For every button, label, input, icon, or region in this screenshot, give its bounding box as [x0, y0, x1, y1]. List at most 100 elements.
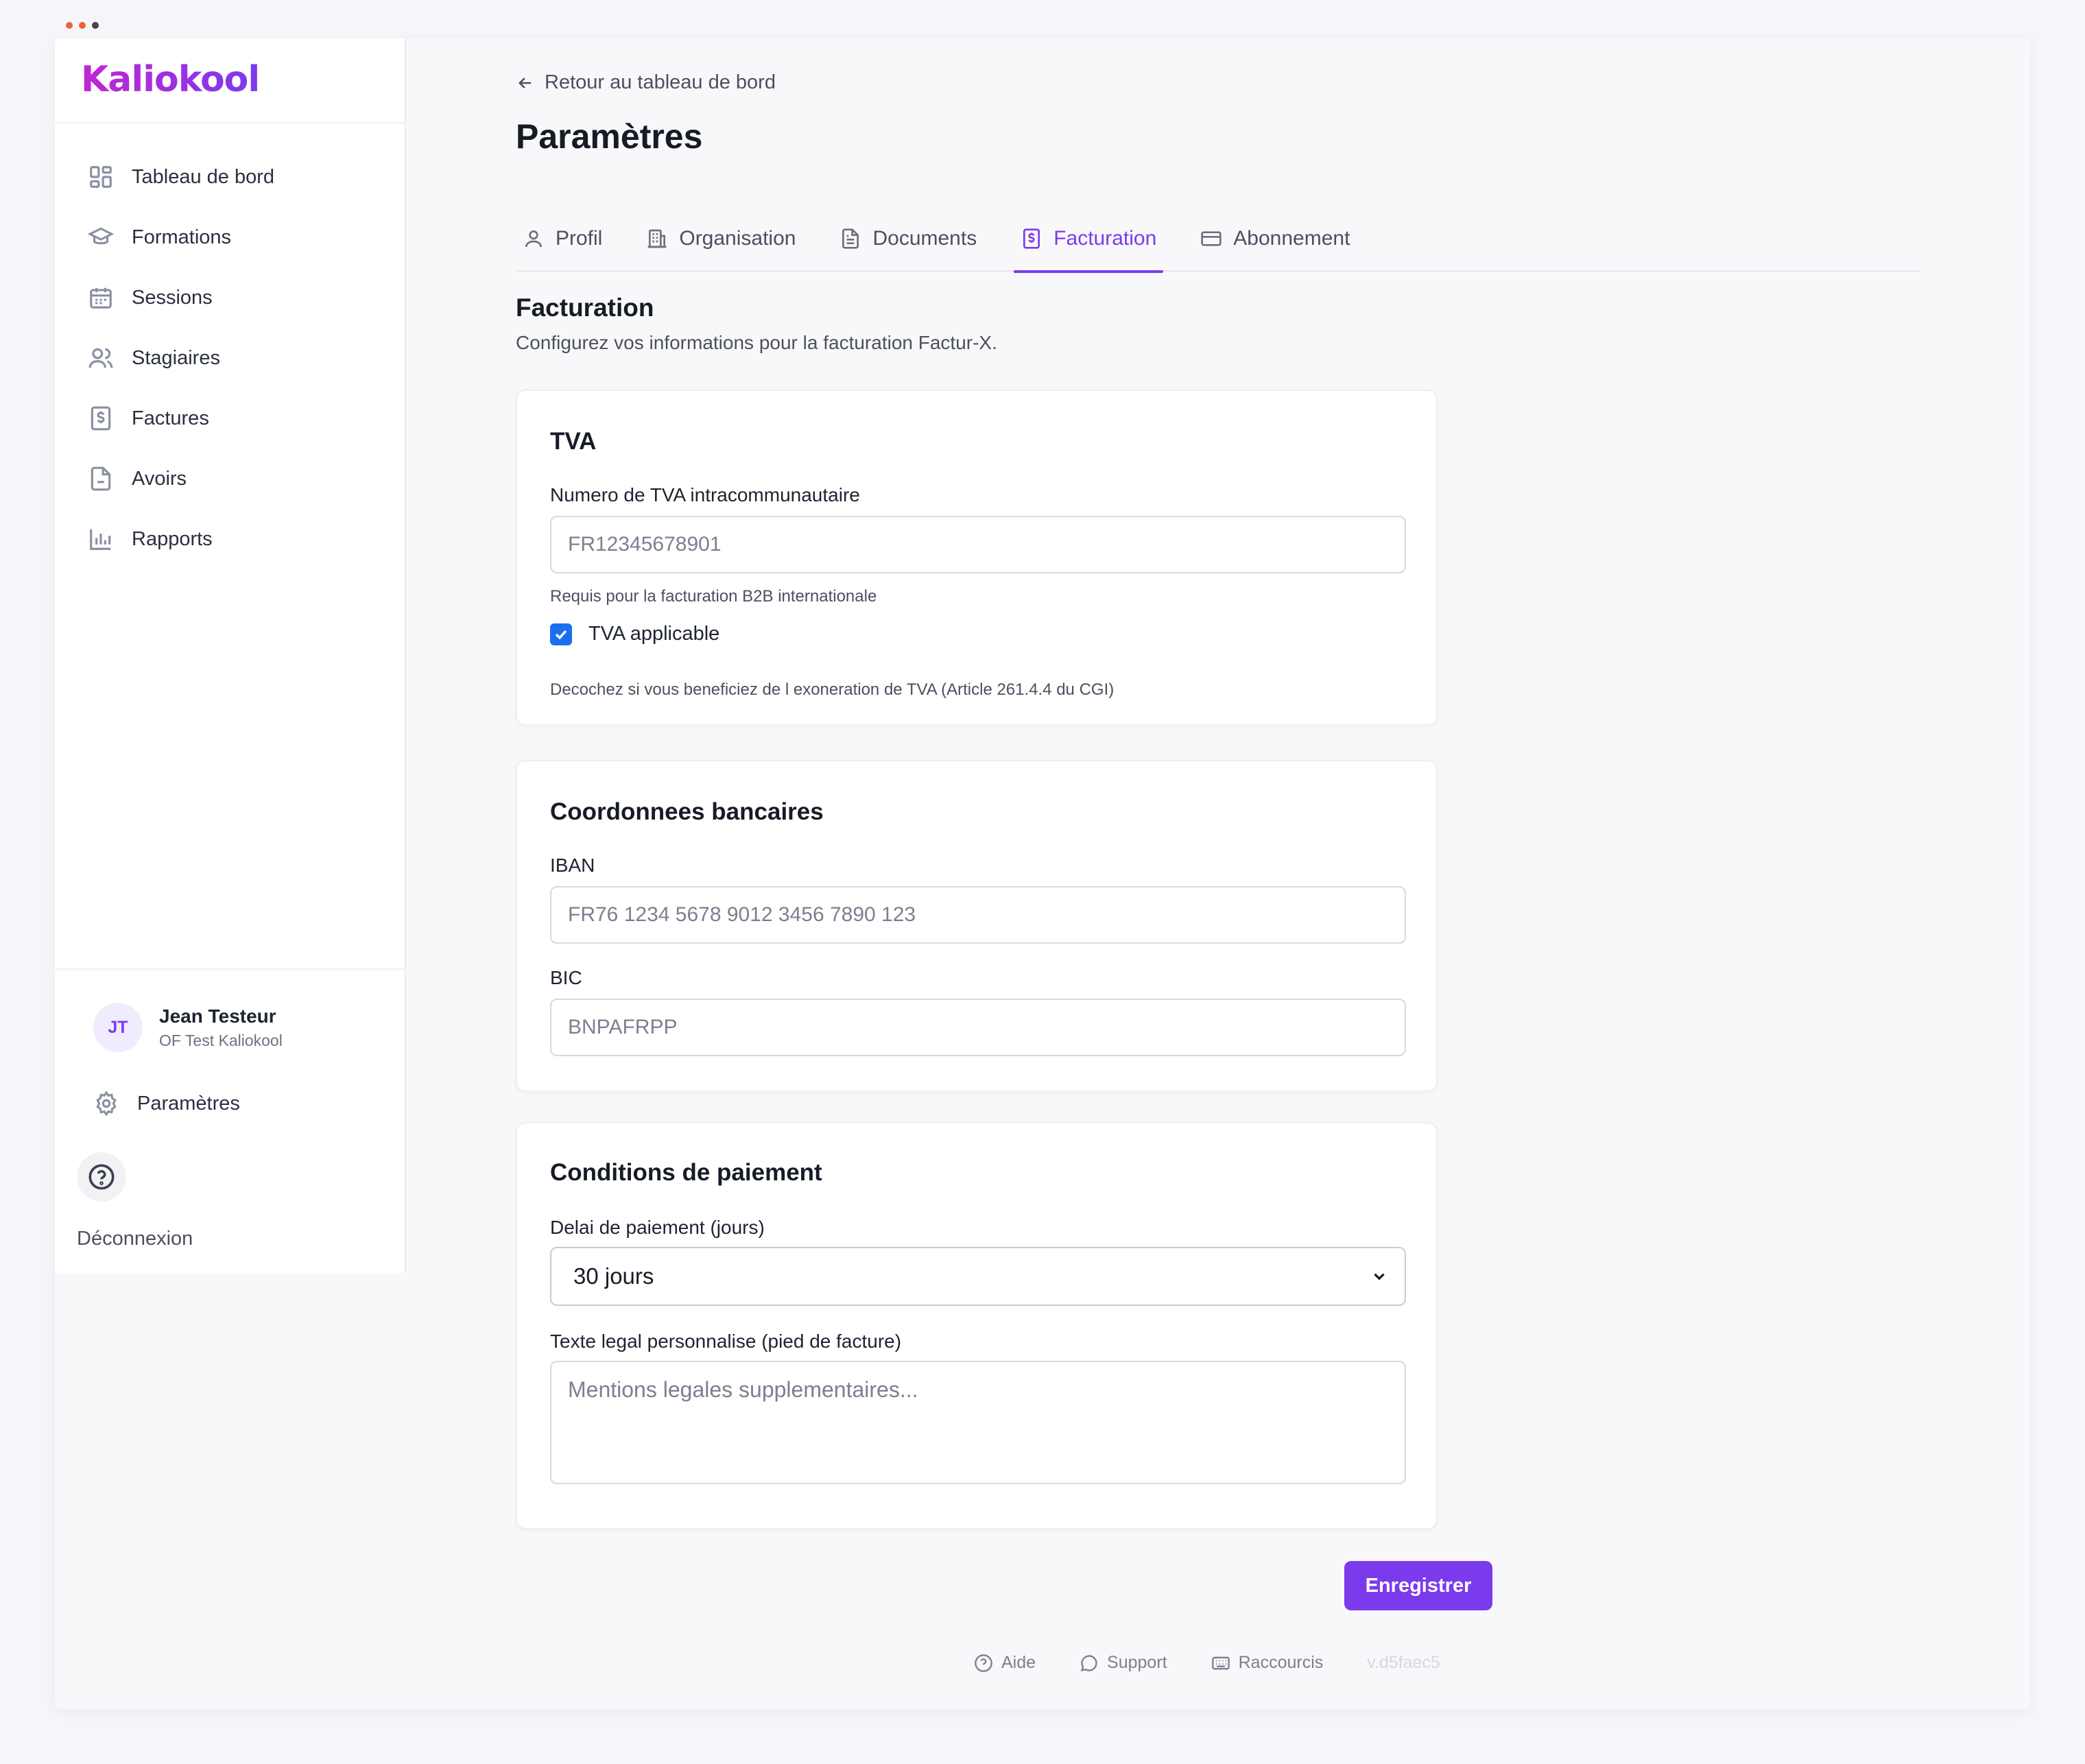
check-icon — [555, 630, 567, 640]
user-org: OF Test Kaliokool — [159, 1031, 283, 1049]
question-circle-icon — [88, 1164, 115, 1190]
sidebar-item-avoirs[interactable]: Avoirs — [55, 449, 405, 509]
logo[interactable]: Kaliokool — [81, 59, 260, 100]
footer-shortcuts-label: Raccourcis — [1238, 1653, 1324, 1672]
window-controls — [66, 22, 99, 29]
window-dot — [92, 22, 99, 29]
iban-input[interactable] — [550, 886, 1406, 944]
sidebar-item-stagiaires[interactable]: Stagiaires — [55, 328, 405, 388]
save-button[interactable]: Enregistrer — [1344, 1561, 1492, 1610]
logo-area: Kaliokool — [55, 38, 405, 123]
window-dot — [79, 22, 86, 29]
sidebar-item-formations[interactable]: Formations — [55, 207, 405, 267]
calendar-icon — [90, 287, 112, 309]
tab-documents[interactable]: Documents — [833, 206, 984, 272]
tab-abonnement[interactable]: Abonnement — [1193, 206, 1357, 272]
tva-applicable-checkbox[interactable] — [550, 623, 572, 645]
credit-card-icon — [1201, 231, 1222, 246]
tab-label: Organisation — [679, 227, 796, 250]
tva-applicable-hint: Decochez si vous beneficiez de l exonera… — [550, 680, 1115, 699]
sidebar-item-settings[interactable]: Paramètres — [93, 1090, 240, 1117]
bar-chart-icon — [90, 529, 111, 550]
window-dot — [66, 22, 73, 29]
footer-help-label: Aide — [1001, 1653, 1036, 1672]
vat-number-input[interactable] — [550, 516, 1406, 573]
document-icon — [842, 228, 859, 249]
file-icon — [91, 466, 111, 491]
app-window: Kaliokool Tableau de bord Formations Ses… — [55, 38, 2030, 1709]
sidebar-item-label: Stagiaires — [132, 346, 220, 369]
card-title: TVA — [550, 428, 597, 455]
avatar: JT — [93, 1003, 143, 1052]
gear-icon — [96, 1090, 117, 1117]
sidebar-item-label: Factures — [132, 407, 209, 429]
bic-input[interactable] — [550, 999, 1406, 1056]
legal-text-textarea[interactable] — [550, 1361, 1406, 1484]
bank-card: Coordonnees bancaires IBAN BIC — [516, 760, 1438, 1092]
tva-card: TVA Numero de TVA intracommunautaire Req… — [516, 390, 1438, 726]
user-name: Jean Testeur — [159, 1005, 276, 1027]
graduation-cap-icon — [88, 227, 114, 245]
tab-label: Documents — [872, 227, 977, 250]
dashboard-icon — [90, 166, 112, 188]
logout-link[interactable]: Déconnexion — [77, 1228, 193, 1250]
tab-profil[interactable]: Profil — [516, 206, 609, 272]
back-label: Retour au tableau de bord — [545, 71, 776, 93]
bic-label: BIC — [550, 967, 582, 988]
building-icon — [648, 229, 667, 248]
back-link[interactable]: Retour au tableau de bord — [516, 71, 776, 94]
tab-label: Abonnement — [1233, 227, 1350, 250]
vat-number-hint: Requis pour la facturation B2B internati… — [550, 587, 877, 606]
chat-bubble-icon — [1080, 1654, 1097, 1671]
keyboard-icon — [1211, 1656, 1230, 1669]
tab-facturation[interactable]: Facturation — [1014, 206, 1164, 273]
sidebar-item-label: Formations — [132, 226, 232, 248]
sidebar-item-dashboard[interactable]: Tableau de bord — [55, 147, 405, 207]
footer-support-label: Support — [1107, 1653, 1167, 1672]
app-footer: Aide Support Raccourcis v.d5faec5 — [974, 1653, 1440, 1673]
tva-applicable-row[interactable]: TVA applicable — [550, 623, 719, 645]
sidebar-item-label: Rapports — [132, 527, 213, 550]
section-description: Configurez vos informations pour la fact… — [516, 332, 997, 353]
invoice-dollar-icon — [1023, 228, 1040, 249]
sidebar-item-label: Avoirs — [132, 467, 187, 490]
tva-applicable-label: TVA applicable — [588, 623, 720, 645]
help-button[interactable] — [77, 1152, 126, 1202]
tab-label: Facturation — [1053, 227, 1157, 250]
legal-text-label: Texte legal personnalise (pied de factur… — [550, 1331, 902, 1352]
sidebar-item-sessions[interactable]: Sessions — [55, 267, 405, 328]
sidebar-item-label: Sessions — [132, 286, 213, 309]
question-circle-icon — [975, 1654, 992, 1672]
section-title: Facturation — [516, 294, 654, 322]
payment-delay-select[interactable]: 30 jours — [550, 1247, 1406, 1306]
tab-label: Profil — [556, 227, 603, 250]
card-title: Coordonnees bancaires — [550, 798, 824, 825]
sidebar-footer: JT Jean Testeur OF Test Kaliokool Paramè… — [55, 968, 405, 1250]
user-info: Jean Testeur OF Test Kaliokool — [159, 1005, 283, 1050]
user-profile[interactable]: JT Jean Testeur OF Test Kaliokool — [93, 1003, 283, 1052]
footer-shortcuts-link[interactable]: Raccourcis — [1211, 1653, 1324, 1673]
sidebar: Kaliokool Tableau de bord Formations Ses… — [55, 38, 406, 1273]
settings-tabs: Profil Organisation Documents Facturatio… — [516, 206, 1920, 273]
payment-delay-label: Delai de paiement (jours) — [550, 1217, 765, 1238]
page-title: Paramètres — [516, 117, 703, 156]
sidebar-nav: Tableau de bord Formations Sessions Stag… — [55, 147, 405, 569]
payment-delay-value: 30 jours — [573, 1263, 654, 1289]
invoice-dollar-icon — [91, 406, 111, 431]
users-icon — [88, 348, 113, 368]
sidebar-item-factures[interactable]: Factures — [55, 388, 405, 449]
version-label: v.d5faec5 — [1367, 1653, 1440, 1672]
iban-label: IBAN — [550, 855, 595, 876]
sidebar-item-label: Tableau de bord — [132, 165, 274, 188]
user-icon — [525, 230, 542, 248]
tab-organisation[interactable]: Organisation — [639, 206, 802, 272]
chevron-down-icon — [1374, 1273, 1385, 1280]
footer-support-link[interactable]: Support — [1080, 1653, 1167, 1673]
arrow-left-icon — [519, 77, 532, 88]
payment-card: Conditions de paiement Delai de paiement… — [516, 1122, 1438, 1529]
vat-number-label: Numero de TVA intracommunautaire — [550, 484, 860, 505]
sidebar-item-rapports[interactable]: Rapports — [55, 509, 405, 569]
card-title: Conditions de paiement — [550, 1159, 822, 1186]
settings-label: Paramètres — [137, 1092, 240, 1115]
footer-help-link[interactable]: Aide — [974, 1653, 1036, 1673]
